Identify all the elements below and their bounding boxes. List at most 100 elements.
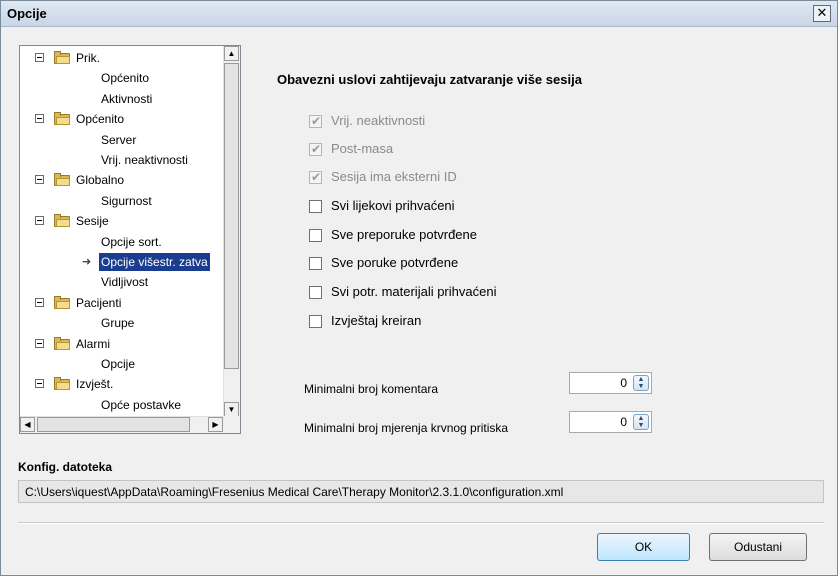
checkbox[interactable] bbox=[309, 200, 322, 213]
tree-group-label: Prik. bbox=[76, 51, 100, 65]
checkmark-icon: ✔ bbox=[311, 170, 322, 184]
tree-group-item[interactable]: Alarmi bbox=[20, 335, 223, 353]
scroll-down-icon[interactable]: ▼ bbox=[224, 402, 239, 417]
folder-icon bbox=[54, 214, 70, 228]
title-bar[interactable]: Opcije ✕ bbox=[1, 1, 837, 27]
scroll-right-icon[interactable]: ▶ bbox=[208, 417, 223, 432]
tree-item[interactable]: Grupe bbox=[20, 314, 223, 332]
tree-item-label: Vrij. neaktivnosti bbox=[101, 153, 188, 167]
min-comments-label: Minimalni broj komentara bbox=[304, 382, 439, 396]
selected-arrow-icon: ➜ bbox=[82, 256, 92, 268]
config-file-label: Konfig. datoteka bbox=[18, 460, 113, 474]
tree-viewport: Prik. Općenito Aktivnosti Općenito Server Vri… bbox=[20, 46, 223, 417]
spinner-value[interactable]: 0 bbox=[620, 415, 627, 429]
tree-item[interactable]: Opcije sort. bbox=[20, 233, 223, 251]
divider bbox=[18, 522, 824, 524]
checkbox[interactable] bbox=[309, 229, 322, 242]
checkbox-label: Vrij. neaktivnosti bbox=[331, 113, 426, 128]
min-comments-spinner[interactable]: 0 ▲ ▼ bbox=[569, 372, 652, 394]
tree-item[interactable]: ➜ Opcije višestr. zatva bbox=[20, 253, 223, 271]
tree-item-label: Sigurnost bbox=[101, 193, 152, 208]
checkbox-label: Izvještaj kreiran bbox=[331, 313, 422, 328]
tree-item[interactable]: Vrij. neaktivnosti bbox=[20, 151, 223, 169]
scroll-thumb[interactable] bbox=[224, 63, 239, 369]
tree-vertical-scrollbar[interactable]: ▲ ▼ bbox=[223, 46, 240, 417]
checkbox-label: Post-masa bbox=[331, 141, 394, 156]
collapse-icon[interactable] bbox=[35, 216, 44, 226]
tree-item[interactable]: Aktivnosti bbox=[20, 90, 223, 108]
tree-item[interactable]: Općenito bbox=[20, 69, 223, 87]
spinner-up-down-icon[interactable]: ▲ ▼ bbox=[633, 375, 649, 391]
scrollbar-corner bbox=[223, 416, 240, 433]
tree-group-item[interactable]: Globalno bbox=[20, 171, 223, 189]
checkmark-icon: ✔ bbox=[311, 142, 322, 156]
tree-item[interactable]: Sigurnost bbox=[20, 192, 223, 210]
tree-item[interactable]: Opće postavke bbox=[20, 396, 223, 414]
collapse-icon[interactable] bbox=[35, 338, 44, 348]
tree-item-label: Grupe bbox=[101, 316, 135, 331]
tree-group-label: Pacijenti bbox=[76, 295, 122, 310]
checkbox[interactable] bbox=[309, 315, 322, 328]
tree-group-label: Globalno bbox=[76, 173, 125, 188]
tree-group-item[interactable]: Pacijenti bbox=[20, 294, 223, 312]
tree-item-label: Opće postavke bbox=[101, 397, 182, 412]
folder-icon bbox=[54, 377, 70, 391]
collapse-icon[interactable] bbox=[35, 297, 44, 307]
checkmark-icon: ✔ bbox=[311, 114, 322, 128]
scroll-left-icon[interactable]: ◀ bbox=[20, 417, 35, 432]
checkbox-label: Svi lijekovi prihvaćeni bbox=[331, 198, 455, 213]
folder-icon bbox=[54, 51, 70, 64]
cancel-button[interactable]: Odustani bbox=[709, 533, 807, 561]
spinner-up-down-icon[interactable]: ▲ ▼ bbox=[633, 414, 649, 430]
collapse-icon[interactable] bbox=[35, 114, 44, 124]
tree-group-item[interactable]: Prik. bbox=[20, 49, 223, 67]
checkbox-label: Sve poruke potvrđene bbox=[331, 255, 459, 270]
folder-icon bbox=[54, 112, 70, 126]
checkbox: ✔ bbox=[309, 142, 322, 156]
min-bp-measurements-spinner[interactable]: 0 ▲ ▼ bbox=[569, 411, 652, 433]
spinner-value[interactable]: 0 bbox=[620, 376, 627, 390]
tree-group-label: Općenito bbox=[76, 112, 125, 127]
tree-item-label: Općenito bbox=[101, 71, 150, 86]
tree-item-label: Aktivnosti bbox=[101, 91, 153, 106]
checkbox: ✔ bbox=[309, 114, 322, 128]
tree-item[interactable]: Opcije bbox=[20, 355, 223, 373]
tree-item[interactable]: Server bbox=[20, 131, 223, 149]
tree-item-label: Opcije bbox=[101, 357, 136, 371]
scroll-up-icon[interactable]: ▲ bbox=[224, 46, 239, 61]
tree-item-label: Opcije sort. bbox=[101, 234, 162, 249]
folder-icon bbox=[54, 295, 70, 309]
options-dialog: Opcije ✕ Prik. Općenito Aktivnosti Općenito… bbox=[0, 0, 838, 576]
ok-button[interactable]: OK bbox=[597, 533, 690, 561]
tree-item-label: Vidljivost bbox=[101, 275, 149, 290]
folder-icon bbox=[54, 173, 70, 187]
config-file-path: C:\Users\iquest\AppData\Roaming\Freseniu… bbox=[25, 485, 564, 499]
section-heading: Obavezni uslovi zahtijevaju zatvaranje v… bbox=[277, 72, 582, 87]
tree-group-label: Izvješt. bbox=[76, 377, 114, 392]
collapse-icon[interactable] bbox=[35, 379, 44, 389]
tree-item-label: Opcije višestr. zatva bbox=[99, 253, 210, 271]
window-title: Opcije bbox=[7, 6, 47, 21]
tree-group-item[interactable]: Općenito bbox=[20, 110, 223, 128]
tree-group-label: Sesije bbox=[76, 214, 109, 229]
tree-item-label: Server bbox=[101, 132, 137, 147]
folder-icon bbox=[54, 336, 70, 350]
checkbox[interactable] bbox=[309, 257, 322, 270]
close-icon[interactable]: ✕ bbox=[813, 5, 831, 22]
collapse-icon[interactable] bbox=[35, 175, 44, 185]
tree-group-item[interactable]: Sesije bbox=[20, 212, 223, 230]
options-tree[interactable]: Prik. Općenito Aktivnosti Općenito Server Vri… bbox=[19, 45, 241, 434]
tree-group-item[interactable]: Izvješt. bbox=[20, 375, 223, 393]
checkbox-label: Svi potr. materijali prihvaćeni bbox=[331, 284, 497, 299]
checkbox: ✔ bbox=[309, 170, 322, 184]
tree-horizontal-scrollbar[interactable]: ◀ ▶ bbox=[20, 416, 223, 433]
scroll-thumb-horizontal[interactable] bbox=[37, 417, 190, 432]
tree-group-label: Alarmi bbox=[76, 336, 111, 351]
min-bp-measurements-label: Minimalni broj mjerenja krvnog pritiska bbox=[304, 421, 509, 435]
collapse-icon[interactable] bbox=[35, 53, 44, 62]
checkbox-label: Sve preporuke potvrđene bbox=[331, 227, 477, 242]
tree-item[interactable]: Vidljivost bbox=[20, 273, 223, 291]
config-file-path-field: C:\Users\iquest\AppData\Roaming\Freseniu… bbox=[18, 480, 824, 503]
checkbox[interactable] bbox=[309, 286, 322, 299]
checkbox-label: Sesija ima eksterni ID bbox=[331, 169, 457, 184]
